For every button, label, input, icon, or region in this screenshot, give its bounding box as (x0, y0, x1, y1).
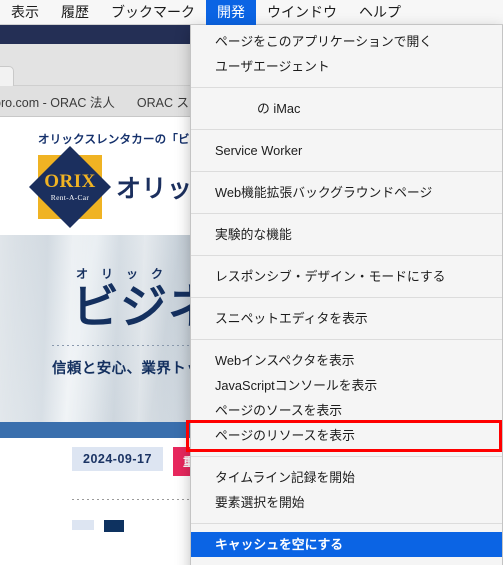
menu-item[interactable]: Web機能拡張バックグラウンドページ (191, 180, 502, 205)
logo-orix-text: ORIX (44, 171, 96, 192)
menu-separator (191, 255, 502, 256)
menu-separator (191, 523, 502, 524)
menu-item[interactable]: JavaScriptコンソールを表示 (191, 373, 502, 398)
menubar-item-2[interactable]: ブックマーク (100, 0, 206, 25)
menu-group: Web機能拡張バックグラウンドページ (191, 176, 502, 209)
menu-item[interactable]: ページのリソースを表示 (191, 423, 502, 448)
menu-item[interactable]: 実験的な機能 (191, 222, 502, 247)
menubar-item-5[interactable]: ヘルプ (348, 0, 412, 25)
menu-separator (191, 456, 502, 457)
menu-separator (191, 129, 502, 130)
menubar-item-0[interactable]: 表示 (0, 0, 50, 25)
menu-group: タイムライン記録を開始 要素選択を開始 (191, 461, 502, 519)
menu-group: Service Worker (191, 134, 502, 167)
menu-group: スニペットエディタを表示 (191, 302, 502, 335)
menubar-item-3[interactable]: 開発 (206, 0, 256, 25)
menubar-item-1[interactable]: 履歴 (50, 0, 100, 25)
macos-menu-bar: 表示 履歴 ブックマーク 開発 ウインドウ ヘルプ (0, 0, 503, 25)
menu-item[interactable]: ページをこのアプリケーションで開く (191, 29, 502, 54)
menu-item[interactable]: Webインスペクタを表示 (191, 348, 502, 373)
menu-separator (191, 171, 502, 172)
menu-item-selected[interactable]: キャッシュを空にする (191, 532, 502, 557)
menu-group: 実験的な機能 (191, 218, 502, 251)
news-date-badge (72, 520, 94, 530)
menu-separator (191, 297, 502, 298)
menu-item[interactable]: ページのソースを表示 (191, 398, 502, 423)
menu-item[interactable]: レスポンシブ・デザイン・モードにする (191, 264, 502, 289)
news-date-badge: 2024-09-17 (72, 447, 163, 471)
menu-group: の iMac (191, 92, 502, 125)
menu-separator (191, 213, 502, 214)
bookmark-item-0[interactable]: pro.com - ORAC 法人 (0, 92, 115, 111)
menu-item[interactable]: の iMac (191, 96, 502, 121)
menu-item[interactable]: 要素選択を開始 (191, 490, 502, 515)
menu-separator (191, 87, 502, 88)
menu-group: ページをこのアプリケーションで開く ユーザエージェント (191, 25, 502, 83)
logo-text-wrap: ORIX Rent-A-Car (38, 155, 102, 219)
hero-subtitle: 信頼と安心、業界トッ (52, 361, 201, 377)
menu-group: レスポンシブ・デザイン・モードにする (191, 260, 502, 293)
news-category-badge (104, 520, 124, 532)
menu-item[interactable]: ユーザエージェント (191, 54, 502, 79)
menu-item[interactable]: タイムライン記録を開始 (191, 465, 502, 490)
menu-group: キャッシュを空にする (191, 528, 502, 561)
logo-rentacar-text: Rent-A-Car (50, 193, 90, 202)
menu-group: Webインスペクタを表示 JavaScriptコンソールを表示 ページのソースを表示… (191, 344, 502, 452)
menu-item[interactable]: Service Worker (191, 138, 502, 163)
menubar-item-4[interactable]: ウインドウ (256, 0, 348, 25)
menu-item[interactable]: スニペットエディタを表示 (191, 306, 502, 331)
orix-logo-icon: ORIX Rent-A-Car (28, 145, 112, 229)
develop-dropdown-menu[interactable]: ページをこのアプリケーションで開く ユーザエージェントの iMac Service … (190, 25, 503, 565)
menu-separator (191, 339, 502, 340)
